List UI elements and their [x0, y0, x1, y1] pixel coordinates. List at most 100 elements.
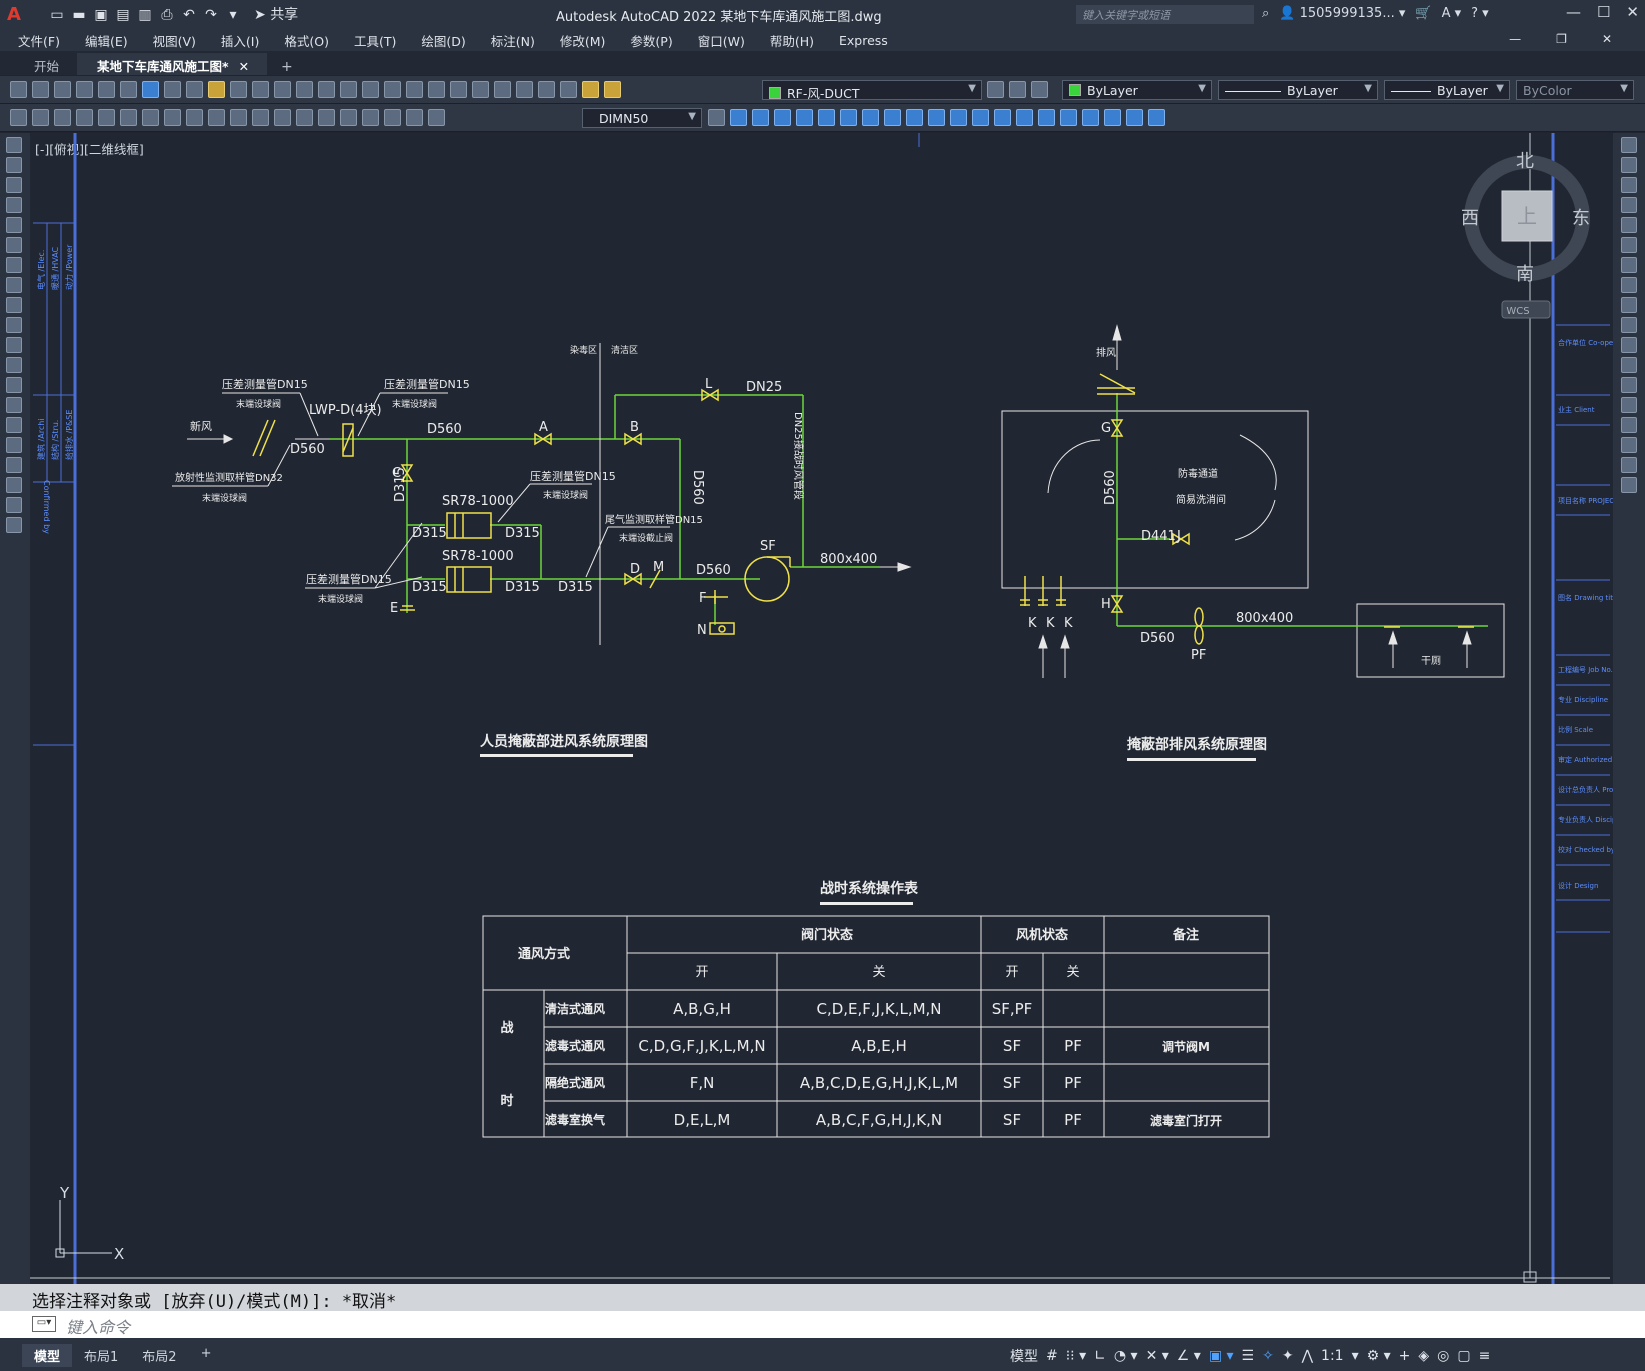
osnap-icon[interactable]: ▣ ▾ [1209, 1348, 1234, 1364]
hardware-accel-icon[interactable]: ◎ [1437, 1348, 1449, 1364]
join-icon[interactable] [1621, 397, 1637, 413]
annotation-visibility-icon[interactable]: ✧ [1262, 1348, 1274, 1364]
undo-icon[interactable]: ↶ [180, 6, 198, 24]
user-account[interactable]: 👤 1505999135... ▾ [1279, 6, 1405, 21]
move-icon[interactable] [1621, 237, 1637, 253]
erase-icon[interactable] [1621, 137, 1637, 153]
cart-icon[interactable]: 🛒 [1415, 6, 1431, 21]
cut-icon[interactable] [164, 81, 181, 98]
open-file-icon[interactable]: ▬ [70, 6, 88, 24]
extend-icon[interactable] [1621, 337, 1637, 353]
rectangle-icon[interactable] [6, 217, 22, 233]
dim-radius-icon[interactable] [98, 109, 115, 126]
snap-icon[interactable]: ⁝⁝ ▾ [1066, 1348, 1086, 1364]
grid-icon[interactable]: # [1046, 1348, 1058, 1364]
point-icon[interactable] [6, 397, 22, 413]
view-sw-iso-icon[interactable] [862, 109, 879, 126]
copy-icon[interactable] [186, 81, 203, 98]
scale-icon[interactable] [1621, 277, 1637, 293]
dim-jogged-icon[interactable] [120, 109, 137, 126]
tab-model[interactable]: 模型 [22, 1344, 73, 1367]
share-button[interactable]: ➤ 共享 [254, 6, 298, 24]
dim-text-edit-icon[interactable] [406, 109, 423, 126]
linetype-dropdown[interactable]: ByLayer ▼ [1218, 80, 1378, 100]
layer-state-icon[interactable] [1031, 81, 1048, 98]
layer-properties-icon[interactable] [560, 81, 577, 98]
dim-update-icon[interactable] [428, 109, 445, 126]
pan-icon[interactable] [318, 81, 335, 98]
scale-dropdown-icon[interactable]: ▾ [1352, 1348, 1359, 1364]
menu-dimension[interactable]: 标注(N) [491, 31, 535, 50]
view-right-icon[interactable] [796, 109, 813, 126]
properties-icon[interactable] [406, 81, 423, 98]
autocad-logo-icon[interactable]: A [0, 0, 28, 29]
drawing-viewport[interactable]: [-][俯视][二维线框] 电气 /Elec. 暖通 /HVAC 动力 /Pow… [30, 133, 1613, 1293]
workspace-gear-icon[interactable]: ⚙ ▾ [1367, 1348, 1391, 1364]
blend-curves-icon[interactable] [1621, 457, 1637, 473]
trim-icon[interactable] [1621, 317, 1637, 333]
viewcube-west[interactable]: 西 [1461, 208, 1479, 229]
line-icon[interactable] [6, 137, 22, 153]
menu-insert[interactable]: 插入(I) [221, 31, 259, 50]
open-icon[interactable] [32, 81, 49, 98]
menu-parametric[interactable]: 参数(P) [630, 31, 672, 50]
layer-on-icon[interactable] [582, 81, 599, 98]
visual-style-2d-icon[interactable] [950, 109, 967, 126]
auto-scale-icon[interactable]: ✦ [1282, 1348, 1294, 1364]
clean-screen-icon[interactable]: ▢ [1457, 1348, 1470, 1364]
layer-previous-icon[interactable] [1009, 81, 1026, 98]
customize-status-icon[interactable]: ≡ [1479, 1348, 1491, 1364]
polar-icon[interactable]: ◔ ▾ [1114, 1348, 1138, 1364]
model-space-button[interactable]: 模型 [1010, 1346, 1038, 1366]
ucs-icon[interactable] [1060, 109, 1077, 126]
table-icon[interactable] [6, 477, 22, 493]
menu-edit[interactable]: 编辑(E) [85, 31, 128, 50]
doc-close-icon[interactable]: ✕ [1602, 32, 1612, 46]
view-se-iso-icon[interactable] [884, 109, 901, 126]
tab-close-icon[interactable]: ✕ [239, 59, 249, 74]
dim-baseline-icon[interactable] [208, 109, 225, 126]
isolate-objects-icon[interactable]: ◈ [1418, 1348, 1429, 1364]
new-file-icon[interactable]: ▭ [48, 6, 66, 24]
help-icon[interactable]: ? ▾ [1471, 6, 1489, 21]
tolerance-icon[interactable] [296, 109, 313, 126]
stretch-icon[interactable] [1621, 297, 1637, 313]
preview-icon[interactable] [98, 81, 115, 98]
wcs-menu[interactable]: WCS [1506, 306, 1529, 317]
insert-block-icon[interactable] [6, 357, 22, 373]
customize-dropdown-icon[interactable]: ▾ [224, 6, 242, 24]
region-icon[interactable] [6, 457, 22, 473]
center-mark-icon[interactable] [318, 109, 335, 126]
mirror-icon[interactable] [1621, 177, 1637, 193]
help-search-input[interactable]: 键入关键字或短语 [1076, 5, 1254, 24]
polyline-icon[interactable] [6, 177, 22, 193]
autodesk-app-icon[interactable]: A ▾ [1442, 6, 1462, 21]
ortho-icon[interactable]: ∟ [1094, 1348, 1106, 1364]
break-icon[interactable] [1621, 377, 1637, 393]
dim-edit-icon[interactable] [384, 109, 401, 126]
menu-express[interactable]: Express [839, 33, 888, 48]
save-as-icon[interactable]: ▤ [114, 6, 132, 24]
menu-format[interactable]: 格式(O) [284, 31, 329, 50]
minimize-icon[interactable]: — [1566, 3, 1581, 21]
revision-cloud-icon[interactable] [6, 277, 22, 293]
dim-style-icon[interactable] [708, 109, 725, 126]
ucs-object-icon[interactable] [1148, 109, 1165, 126]
annotation-scale-icon[interactable]: ⋀ [1302, 1348, 1313, 1364]
new-icon[interactable] [10, 81, 27, 98]
publish-icon[interactable]: ▥ [136, 6, 154, 24]
plus-icon[interactable]: + [1399, 1348, 1411, 1364]
ellipse-icon[interactable] [6, 317, 22, 333]
spline-icon[interactable] [6, 297, 22, 313]
sheet-set-icon[interactable] [472, 81, 489, 98]
view-bottom-icon[interactable] [752, 109, 769, 126]
calculator-icon[interactable] [516, 81, 533, 98]
construction-line-icon[interactable] [6, 157, 22, 173]
rotate-icon[interactable] [1621, 257, 1637, 273]
match-properties-icon[interactable] [230, 81, 247, 98]
maximize-icon[interactable]: ☐ [1597, 3, 1610, 21]
menu-window[interactable]: 窗口(W) [698, 31, 745, 50]
markup-icon[interactable] [494, 81, 511, 98]
lineweight-dropdown[interactable]: ByLayer ▼ [1384, 80, 1510, 100]
plotstyle-dropdown[interactable]: ByColor ▼ [1516, 80, 1634, 100]
